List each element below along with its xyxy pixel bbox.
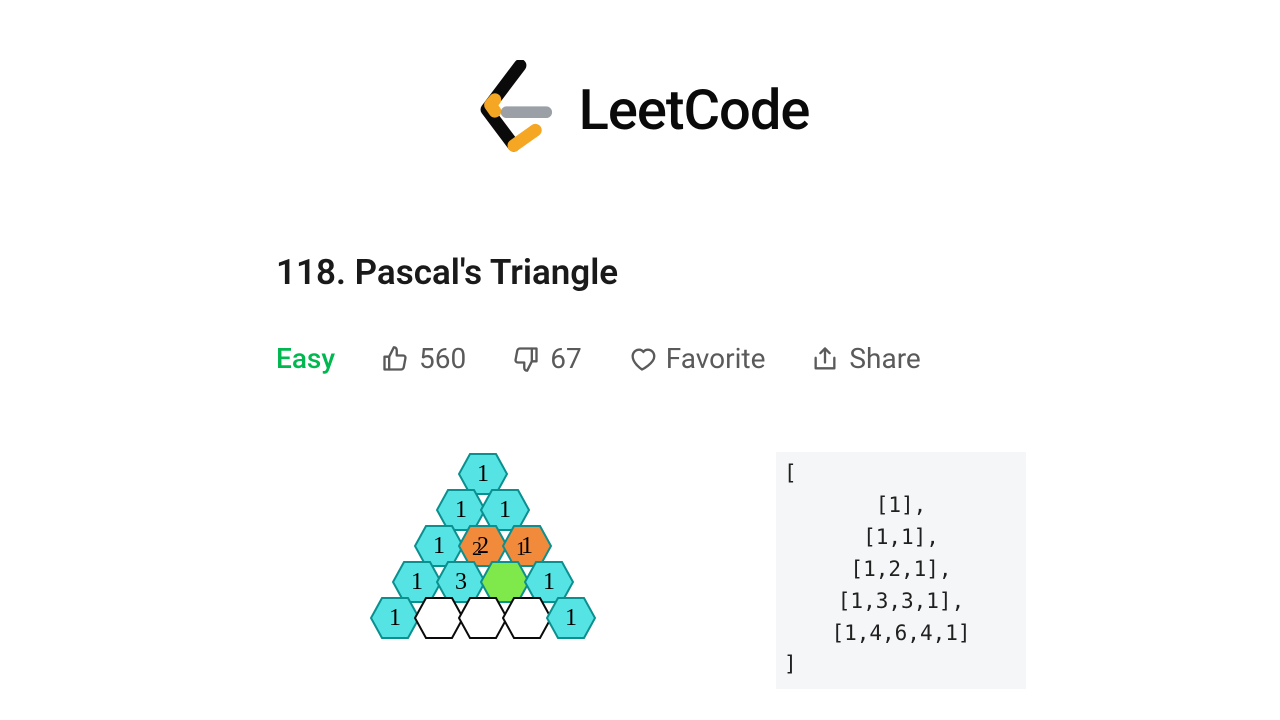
like-button[interactable]: 560 xyxy=(381,342,466,375)
difficulty-badge: Easy xyxy=(276,342,335,375)
overlay-digit: 1 xyxy=(516,538,526,561)
like-count: 560 xyxy=(419,342,466,375)
brand-logo: LeetCode xyxy=(471,60,810,160)
share-icon xyxy=(811,345,839,373)
overlay-digit: 2 xyxy=(472,538,482,561)
problem-meta-row: Easy 560 67 Favorite xyxy=(276,342,921,375)
favorite-label: Favorite xyxy=(666,342,766,375)
leetcode-icon xyxy=(471,60,561,160)
brand-name: LeetCode xyxy=(579,77,810,143)
hex-cell xyxy=(458,596,508,640)
hex-cell xyxy=(414,596,464,640)
favorite-button[interactable]: Favorite xyxy=(628,342,766,375)
output-code-panel: [[1],[1,1],[1,2,1],[1,3,3,1],[1,4,6,4,1]… xyxy=(776,452,1026,689)
hex-cell xyxy=(502,596,552,640)
problem-title: 118. Pascal's Triangle xyxy=(276,252,618,293)
hex-cell: 1 xyxy=(546,596,596,640)
heart-icon xyxy=(628,345,656,373)
thumbs-up-icon xyxy=(381,345,409,373)
code-line: [1,2,1], xyxy=(784,554,1018,586)
code-line: [1], xyxy=(784,490,1018,522)
pascal-triangle-diagram: 1111211311121 xyxy=(368,452,648,692)
dislike-button[interactable]: 67 xyxy=(512,342,581,375)
share-label: Share xyxy=(849,342,920,375)
code-line: [1,1], xyxy=(784,522,1018,554)
dislike-count: 67 xyxy=(550,342,581,375)
code-line: [1,3,3,1], xyxy=(784,586,1018,618)
code-line: ] xyxy=(784,649,1018,681)
hex-cell: 1 xyxy=(370,596,420,640)
thumbs-down-icon xyxy=(512,345,540,373)
code-line: [1,4,6,4,1] xyxy=(784,618,1018,650)
code-line: [ xyxy=(784,458,1018,490)
share-button[interactable]: Share xyxy=(811,342,920,375)
